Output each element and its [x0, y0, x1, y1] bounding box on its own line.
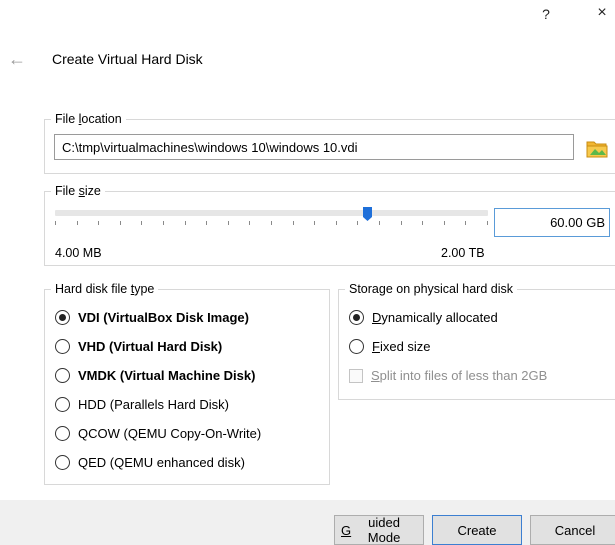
slider-tick — [401, 221, 402, 225]
radio-dynamically-allocated[interactable]: Dynamically allocated — [349, 310, 498, 325]
help-button[interactable]: ? — [534, 6, 558, 22]
close-button[interactable]: × — [590, 4, 614, 22]
radio-button[interactable] — [349, 339, 364, 354]
slider-tick — [314, 221, 315, 225]
radio-vhd[interactable]: VHD (Virtual Hard Disk) — [55, 339, 222, 354]
radio-button[interactable] — [55, 426, 70, 441]
radio-hdd[interactable]: HDD (Parallels Hard Disk) — [55, 397, 229, 412]
slider-tick — [444, 221, 445, 225]
slider-tick — [357, 221, 358, 225]
radio-button[interactable] — [55, 397, 70, 412]
radio-qed[interactable]: QED (QEMU enhanced disk) — [55, 455, 245, 470]
create-button[interactable]: Create — [432, 515, 522, 545]
slider-tick — [271, 221, 272, 225]
button-bar — [0, 500, 615, 545]
max-size-label: 2.00 TB — [441, 246, 485, 260]
file-size-legend: File size — [55, 184, 101, 198]
file-location-legend: File location — [55, 112, 122, 126]
dynamically-allocated-label: Dynamically allocated — [372, 310, 498, 325]
slider-tick — [55, 221, 56, 225]
slider-tick — [249, 221, 250, 225]
file-size-slider[interactable] — [55, 210, 488, 216]
radio-fixed-size[interactable]: Fixed size — [349, 339, 431, 354]
radio-vmdk[interactable]: VMDK (Virtual Machine Disk) — [55, 368, 255, 383]
disk-type-label: QED (QEMU enhanced disk) — [78, 455, 245, 470]
split-files-label: Split into files of less than 2GB — [371, 368, 548, 383]
split-files-checkbox[interactable]: Split into files of less than 2GB — [349, 368, 547, 383]
guided-mode-button[interactable]: Guided Mode — [334, 515, 424, 545]
disk-type-label: HDD (Parallels Hard Disk) — [78, 397, 229, 412]
slider-tick — [185, 221, 186, 225]
radio-button[interactable] — [55, 455, 70, 470]
slider-tick — [98, 221, 99, 225]
radio-button[interactable] — [55, 368, 70, 383]
checkbox[interactable] — [349, 368, 363, 383]
slider-tick — [77, 221, 78, 225]
slider-handle[interactable] — [363, 207, 372, 221]
slider-tick — [422, 221, 423, 225]
radio-qcow[interactable]: QCOW (QEMU Copy-On-Write) — [55, 426, 261, 441]
disk-type-label: QCOW (QEMU Copy-On-Write) — [78, 426, 262, 441]
page-title: Create Virtual Hard Disk — [52, 51, 203, 67]
slider-tick — [293, 221, 294, 225]
back-arrow-icon[interactable]: ← — [8, 49, 26, 70]
radio-button[interactable] — [55, 339, 70, 354]
fixed-size-label: Fixed size — [372, 339, 431, 354]
slider-tick — [228, 221, 229, 225]
slider-ticks — [55, 221, 488, 226]
file-location-input[interactable] — [54, 134, 574, 160]
min-size-label: 4.00 MB — [55, 246, 102, 260]
radio-button[interactable] — [55, 310, 70, 325]
slider-tick — [163, 221, 164, 225]
cancel-button[interactable]: Cancel — [530, 515, 615, 545]
slider-tick — [206, 221, 207, 225]
slider-tick — [120, 221, 121, 225]
radio-button[interactable] — [349, 310, 364, 325]
slider-tick — [141, 221, 142, 225]
storage-legend: Storage on physical hard disk — [349, 282, 513, 296]
disk-type-label: VMDK (Virtual Machine Disk) — [78, 368, 256, 383]
slider-tick — [336, 221, 337, 225]
slider-tick — [465, 221, 466, 225]
file-size-input[interactable] — [494, 208, 610, 237]
slider-tick — [379, 221, 380, 225]
disk-type-label: VDI (VirtualBox Disk Image) — [78, 310, 249, 325]
disk-type-legend: Hard disk file type — [55, 282, 155, 296]
slider-tick — [487, 221, 488, 225]
radio-vdi[interactable]: VDI (VirtualBox Disk Image) — [55, 310, 249, 325]
folder-icon[interactable] — [586, 137, 608, 159]
disk-type-label: VHD (Virtual Hard Disk) — [78, 339, 223, 354]
